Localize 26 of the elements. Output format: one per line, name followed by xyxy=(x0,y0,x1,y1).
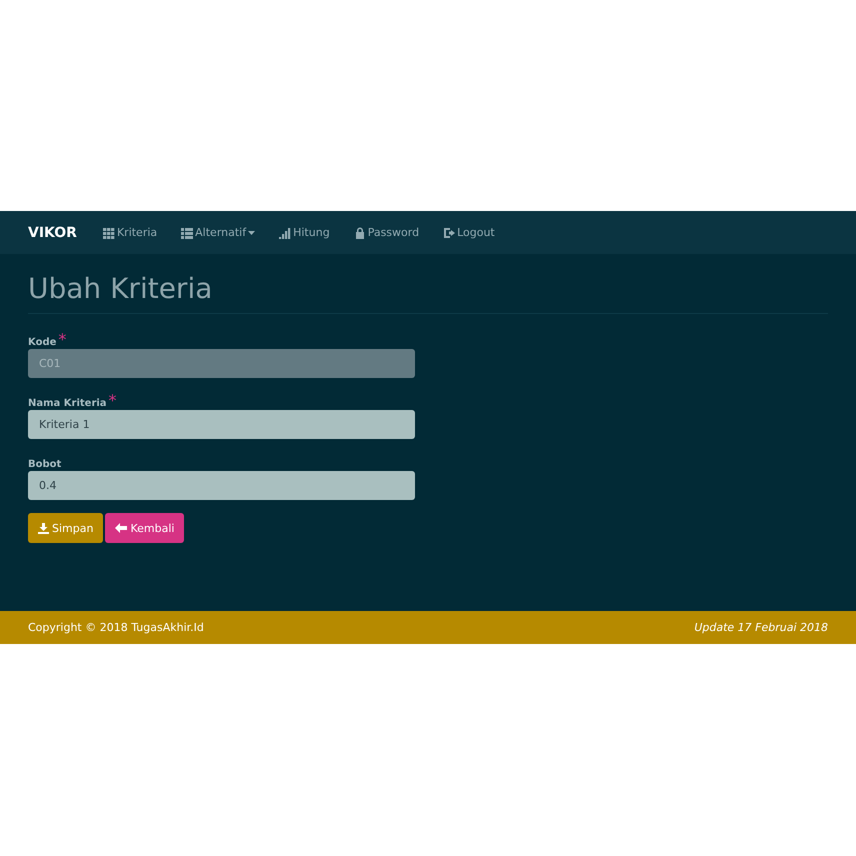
back-button[interactable]: Kembali xyxy=(105,513,184,543)
page-title: Ubah Kriteria xyxy=(28,254,828,314)
nav-link[interactable]: Logout xyxy=(443,226,495,239)
required-mark: * xyxy=(108,391,117,410)
download-icon xyxy=(38,522,49,534)
nav-link[interactable]: Hitung xyxy=(279,226,330,239)
lock-icon xyxy=(354,226,366,238)
arrow-left-icon xyxy=(115,523,128,533)
grid-icon xyxy=(102,226,115,238)
logout-icon xyxy=(443,226,456,238)
nav-link[interactable]: Password xyxy=(354,226,420,239)
field-label: Nama Kriteria xyxy=(28,398,107,409)
field-label: Kode xyxy=(28,337,56,348)
save-button[interactable]: Simpan xyxy=(28,513,104,543)
required-mark: * xyxy=(58,330,66,349)
brand[interactable]: VIKOR xyxy=(28,224,77,240)
field-label: Bobot xyxy=(28,459,62,470)
caret-icon xyxy=(248,230,256,234)
copyright-text: Copyright © 2018 TugasAkhir.Id xyxy=(28,621,204,634)
input-field[interactable]: 0.4 xyxy=(28,471,415,500)
signal-icon xyxy=(279,226,292,238)
nav-link[interactable]: Alternatif xyxy=(181,226,256,239)
update-text: Update 17 Februai 2018 xyxy=(694,621,828,634)
input-field[interactable]: Kriteria 1 xyxy=(28,410,415,439)
nav-link[interactable]: Kriteria xyxy=(102,226,158,239)
list-icon xyxy=(181,226,194,238)
